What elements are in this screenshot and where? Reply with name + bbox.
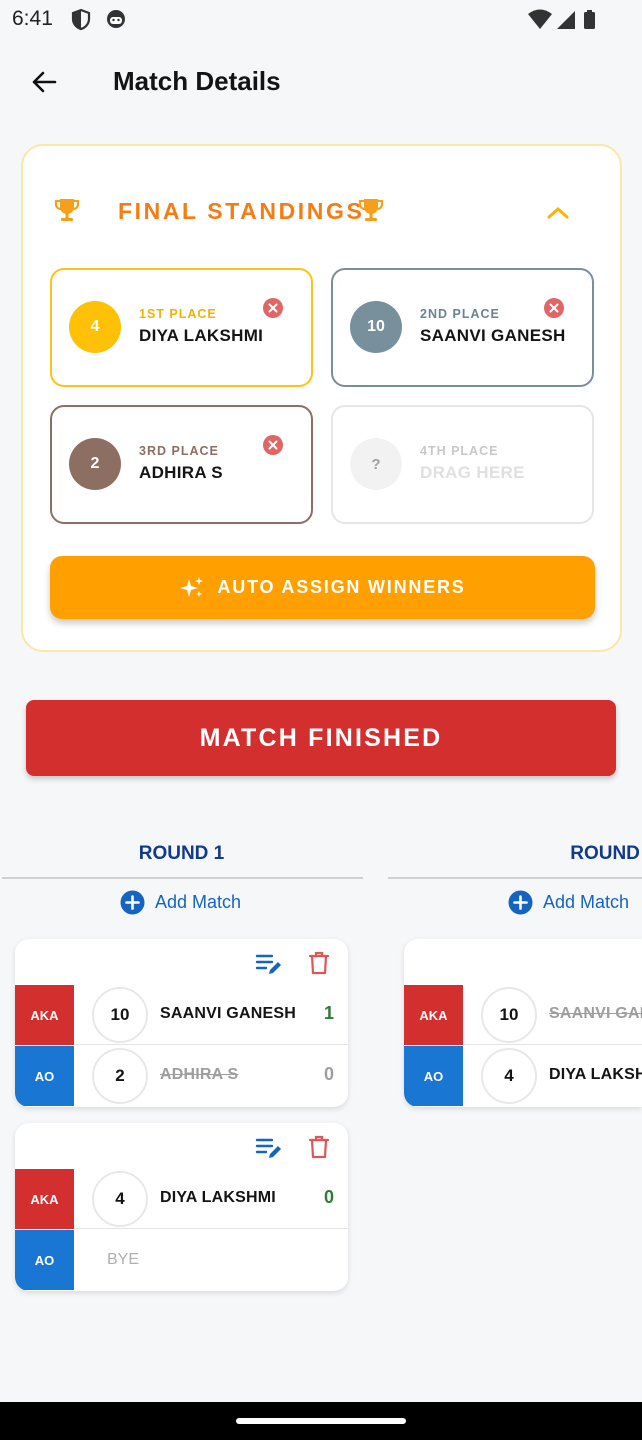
seed-circle: 10 [92, 987, 148, 1043]
match-finished-button[interactable]: MATCH FINISHED [26, 700, 616, 776]
delete-match-button[interactable] [307, 949, 331, 977]
match-card[interactable]: AKA 10 SAANVI GANESH 1 AO 2 ADHIRA S 0 [15, 939, 348, 1107]
aka-player-row[interactable]: AKA 4 DIYA LAKSHMI 0 [15, 1169, 348, 1229]
match-actions [15, 1123, 348, 1171]
ao-tag: AO [15, 1230, 74, 1290]
seed-avatar: 2 [69, 438, 121, 490]
seed-circle: 4 [92, 1171, 148, 1227]
player-name: SAANVI GANESH [160, 1005, 296, 1022]
back-button[interactable] [22, 60, 66, 104]
edit-match-button[interactable] [255, 1135, 283, 1161]
ao-tag: AO [15, 1046, 74, 1106]
third-place-card[interactable]: 2 3RD PLACE ADHIRA S [50, 405, 313, 524]
aka-player-row[interactable]: AKA 10 SAANVI GANESH 1 [15, 985, 348, 1045]
edit-list-icon [255, 1138, 281, 1158]
remove-button[interactable] [263, 298, 283, 318]
round-divider [2, 877, 363, 879]
second-place-card[interactable]: 10 2ND PLACE SAANVI GANESH [331, 268, 594, 387]
edit-list-icon [255, 954, 281, 974]
seed-circle: 10 [481, 987, 537, 1043]
aka-tag: AKA [15, 1169, 74, 1229]
player-score: 1 [324, 1003, 335, 1023]
delete-match-button[interactable] [307, 1133, 331, 1161]
close-icon [549, 303, 559, 313]
status-left-icons [70, 8, 140, 37]
fourth-place-dropzone[interactable]: ? 4TH PLACE DRAG HERE [331, 405, 594, 524]
remove-button[interactable] [263, 435, 283, 455]
player-name: DIYA LAKSHMI [549, 1066, 642, 1083]
match-card[interactable]: AKA 10 SAANVI GANESH AO 4 DIYA LAKSHMI [404, 939, 642, 1107]
place-name: SAANVI GANESH [420, 326, 566, 345]
status-right-icons [528, 8, 600, 37]
place-name: ADHIRA S [139, 463, 223, 482]
collapse-button[interactable] [543, 200, 573, 226]
player-name: SAANVI GANESH [549, 1005, 642, 1022]
aka-player-row[interactable]: AKA 10 SAANVI GANESH [404, 985, 642, 1045]
place-label: 3RD PLACE [139, 444, 219, 458]
add-circle-icon [508, 890, 533, 915]
round-1-header: ROUND 1 [138, 843, 225, 864]
match-actions [15, 939, 348, 987]
aka-tag: AKA [15, 985, 74, 1045]
navigation-bar [0, 1402, 642, 1440]
drag-placeholder: DRAG HERE [420, 463, 525, 482]
add-match-label: Add Match [155, 892, 242, 912]
bye-label: BYE [107, 1251, 140, 1268]
seed-avatar: 10 [350, 301, 402, 353]
add-match-label: Add Match [543, 892, 630, 912]
place-label: 1ST PLACE [139, 307, 217, 321]
close-icon [268, 440, 278, 450]
first-place-card[interactable]: 4 1ST PLACE DIYA LAKSHMI [50, 268, 313, 387]
trophy-icon [358, 199, 384, 221]
place-name: DIYA LAKSHMI [139, 326, 264, 345]
seed-avatar: ? [350, 438, 402, 490]
signal-icon [557, 11, 575, 29]
auto-assign-button[interactable]: AUTO ASSIGN WINNERS [50, 556, 595, 619]
place-label: 4TH PLACE [420, 444, 499, 458]
ao-player-row[interactable]: AO 2 ADHIRA S 0 [15, 1046, 348, 1106]
auto-assign-label: AUTO ASSIGN WINNERS [217, 577, 466, 597]
aka-tag: AKA [404, 985, 463, 1045]
status-bar: 6:41 [0, 0, 642, 40]
final-standings-card: FINAL STANDINGS 4 1ST PLACE DIYA LAKSHMI… [21, 144, 622, 652]
shield-icon [71, 8, 91, 31]
ao-player-row[interactable]: AO 4 DIYA LAKSHMI [404, 1046, 642, 1106]
home-indicator[interactable] [236, 1418, 406, 1424]
ao-tag: AO [404, 1046, 463, 1106]
chevron-up-icon [547, 206, 569, 219]
remove-button[interactable] [544, 298, 564, 318]
player-score: 0 [324, 1187, 335, 1207]
face-icon [107, 10, 125, 28]
battery-icon [584, 10, 595, 29]
standings-title: FINAL STANDINGS [118, 198, 365, 224]
match-card[interactable]: AKA 4 DIYA LAKSHMI 0 AO BYE [15, 1123, 348, 1291]
seed-circle: 4 [481, 1048, 537, 1104]
round-divider [388, 877, 642, 879]
status-time: 6:41 [12, 7, 53, 30]
ao-player-row[interactable]: AO BYE [15, 1230, 348, 1290]
round-2-header: ROUND 2 [570, 843, 642, 864]
close-icon [268, 303, 278, 313]
player-score: 0 [324, 1064, 335, 1084]
arrow-left-icon [32, 71, 57, 93]
seed-circle: 2 [92, 1048, 148, 1104]
add-match-button[interactable]: Add Match [508, 890, 629, 915]
wifi-icon [528, 9, 552, 29]
app-bar: Match Details [0, 40, 642, 124]
sparkle-icon [180, 576, 204, 597]
trophy-icon [54, 199, 80, 221]
add-circle-icon [120, 890, 145, 915]
seed-avatar: 4 [69, 301, 121, 353]
add-match-button[interactable]: Add Match [120, 890, 241, 915]
edit-match-button[interactable] [255, 951, 283, 977]
page-title: Match Details [113, 66, 281, 96]
place-label: 2ND PLACE [420, 307, 500, 321]
trash-icon [308, 951, 330, 975]
match-finished-label: MATCH FINISHED [199, 723, 443, 752]
player-name: ADHIRA S [160, 1066, 239, 1083]
player-name: DIYA LAKSHMI [160, 1189, 276, 1206]
trash-icon [308, 1135, 330, 1159]
